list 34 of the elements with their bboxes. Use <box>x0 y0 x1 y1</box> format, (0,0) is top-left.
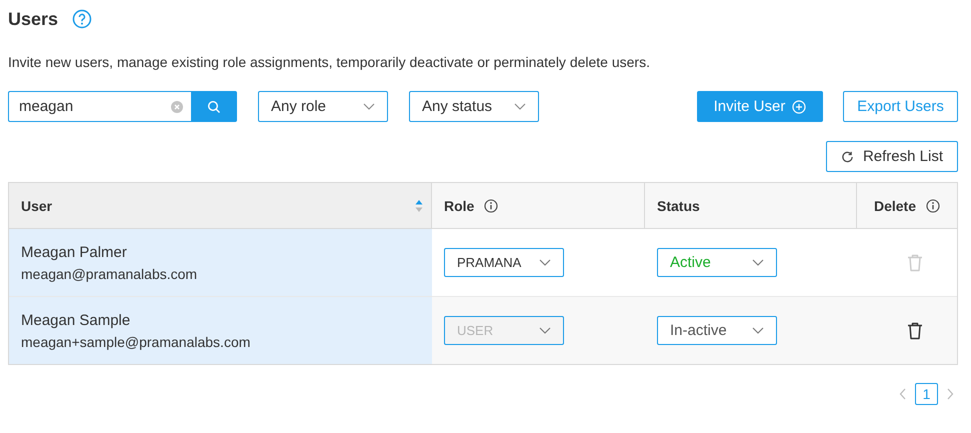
chevron-icon <box>752 327 764 334</box>
page-title: Users <box>8 8 58 30</box>
help-icon[interactable] <box>72 9 92 29</box>
chevron-icon <box>539 259 551 266</box>
user-email: meagan+sample@pramanalabs.com <box>21 334 250 350</box>
chevron-icon <box>539 327 551 334</box>
filter-dropdown[interactable]: Any status <box>409 91 539 122</box>
role-dropdown[interactable]: PRAMANA <box>444 248 564 277</box>
search-icon <box>207 100 221 114</box>
sort-icon[interactable] <box>415 198 423 212</box>
refresh-button[interactable]: Refresh List <box>826 141 958 172</box>
previous-page-icon[interactable] <box>899 388 907 400</box>
info-icon[interactable] <box>926 198 940 212</box>
user-email: meagan@pramanalabs.com <box>21 266 198 282</box>
user-name: Meagan Palmer <box>21 244 127 260</box>
next-page-icon[interactable] <box>946 388 954 400</box>
filter-dropdown[interactable]: Any role <box>258 91 388 122</box>
chevron-icon <box>363 103 375 110</box>
column-header: User <box>21 198 52 214</box>
status-dropdown[interactable]: In-active <box>657 316 777 345</box>
page-description: Invite new users, manage existing role assignments, temporarily deactivate or perminately delete users. <box>8 54 651 70</box>
refresh-icon <box>841 150 854 164</box>
column-header: Role <box>444 198 474 214</box>
trash-icon[interactable] <box>907 322 923 340</box>
plus-circle-icon <box>792 100 806 114</box>
chevron-icon <box>752 259 764 266</box>
clear-icon[interactable] <box>171 101 183 113</box>
info-icon[interactable] <box>484 198 498 212</box>
column-header: Delete <box>874 198 916 214</box>
search-field[interactable]: meagan <box>8 91 191 122</box>
chevron-icon <box>514 103 526 110</box>
search-button[interactable] <box>191 91 237 122</box>
column-header: Status <box>657 198 700 214</box>
user-name: Meagan Sample <box>21 312 130 328</box>
